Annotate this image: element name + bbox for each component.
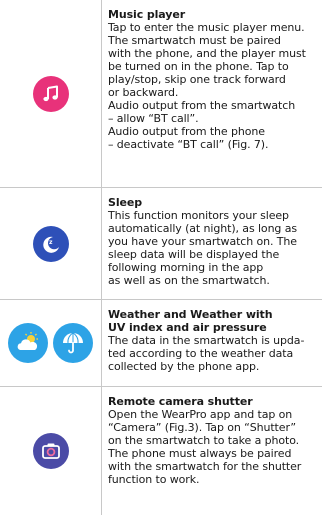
music-player-row: Music player Tap to enter the music play… <box>0 0 322 187</box>
text-line: ted according to the weather data <box>108 347 294 360</box>
text-line: be turned on in the phone. Tap to <box>108 60 289 73</box>
camera-icon-cell <box>0 387 101 515</box>
text-line: on the smartwatch to take a photo. <box>108 434 300 447</box>
music-player-text: Music player Tap to enter the music play… <box>108 8 318 151</box>
camera-title: Remote camera shutter <box>108 395 253 408</box>
umbrella-icon <box>53 323 93 363</box>
sleep-title: Sleep <box>108 196 142 209</box>
text-line: with the smartwatch for the shutter <box>108 460 302 473</box>
sleep-row: z Sleep This function monitors your slee… <box>0 187 322 299</box>
text-line: or backward. <box>108 86 179 99</box>
sleep-icon-cell: z <box>0 188 101 299</box>
weather-icon-cell <box>0 300 101 386</box>
weather-sun-cloud-icon <box>8 323 48 363</box>
text-line: – deactivate “BT call” (Fig. 7). <box>108 138 269 151</box>
text-line: collected by the phone app. <box>108 360 260 373</box>
weather-title-line: Weather and Weather with <box>108 308 273 321</box>
weather-text: Weather and Weather with UV index and ai… <box>108 308 318 373</box>
feature-table: Music player Tap to enter the music play… <box>0 0 322 515</box>
music-player-title: Music player <box>108 8 186 21</box>
text-line: The phone must always be paired <box>108 447 292 460</box>
text-line: – allow “BT call”. <box>108 112 199 125</box>
text-line: Audio output from the smartwatch <box>108 99 296 112</box>
camera-row: Remote camera shutter Open the WearPro a… <box>0 386 322 515</box>
sleep-moon-icon: z <box>32 225 69 262</box>
text-line: play/stop, skip one track forward <box>108 73 286 86</box>
text-line: with the phone, and the player must <box>108 47 306 60</box>
text-line: function to work. <box>108 473 200 486</box>
text-line: Open the WearPro app and tap on <box>108 408 293 421</box>
camera-icon <box>32 433 69 469</box>
sleep-text: Sleep This function monitors your sleep … <box>108 196 318 287</box>
text-line: following morning in the app <box>108 261 264 274</box>
music-note-icon <box>32 75 69 112</box>
text-line: The data in the smartwatch is upda- <box>108 334 305 347</box>
text-line: This function monitors your sleep <box>108 209 289 222</box>
text-line: Audio output from the phone <box>108 125 265 138</box>
text-line: “Camera” (Fig.3). Tap on “Shutter” <box>108 421 296 434</box>
camera-text: Remote camera shutter Open the WearPro a… <box>108 395 318 486</box>
text-line: automatically (at night), as long as <box>108 222 297 235</box>
svg-text:z: z <box>49 239 53 246</box>
weather-row: Weather and Weather with UV index and ai… <box>0 299 322 386</box>
text-line: Tap to enter the music player menu. <box>108 21 305 34</box>
text-line: The smartwatch must be paired <box>108 34 281 47</box>
text-line: as well as on the smartwatch. <box>108 274 270 287</box>
weather-title-line: UV index and air pressure <box>108 321 267 334</box>
music-player-icon-cell <box>0 0 101 187</box>
text-line: you have your smartwatch on. The <box>108 235 297 248</box>
text-line: sleep data will be displayed the <box>108 248 280 261</box>
